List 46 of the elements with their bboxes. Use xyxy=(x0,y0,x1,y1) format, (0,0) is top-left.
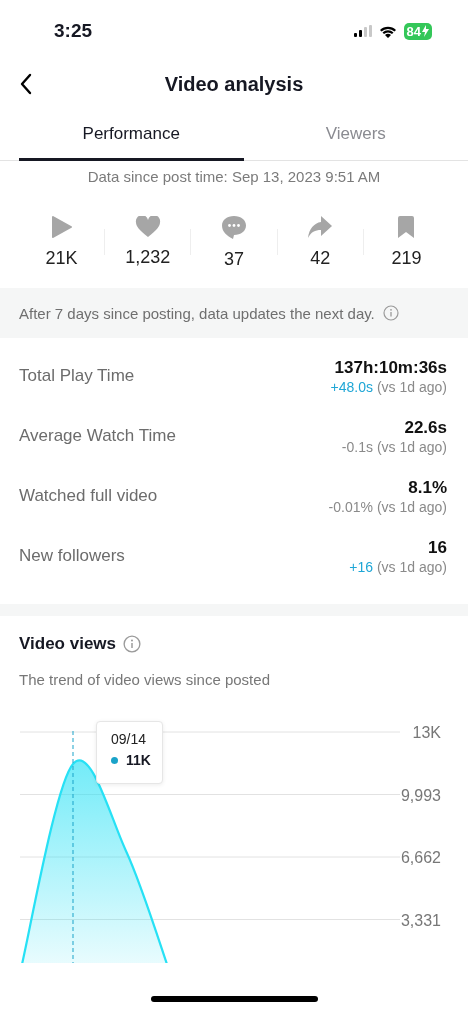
comparison-text: (vs 1d ago) xyxy=(376,438,447,455)
section-title: Video views xyxy=(19,634,116,654)
bookmark-icon xyxy=(396,215,417,239)
y-axis-label: 6,662 xyxy=(400,849,441,866)
metric-value: 137h:10m:36s xyxy=(334,357,447,378)
heart-icon xyxy=(134,216,161,238)
metric-label: Total Play Time xyxy=(19,366,135,386)
signal-icon xyxy=(353,25,372,37)
post-time-text: Data since post time: Sep 13, 2023 9:51 AM xyxy=(86,168,382,185)
tooltip-value: 11K xyxy=(126,752,151,768)
update-note: After 7 days since posting, data updates the next day. xyxy=(19,304,375,322)
section-subtitle: The trend of video views since posted xyxy=(18,671,271,688)
y-axis-label: 13K xyxy=(412,724,441,741)
wifi-icon xyxy=(378,24,397,38)
stat-count: 42 xyxy=(310,248,331,269)
stat-count: 37 xyxy=(224,248,244,270)
play-icon xyxy=(50,215,73,239)
comparison-text: (vs 1d ago) xyxy=(376,498,447,515)
metric-change: +16 xyxy=(349,558,373,575)
stat-count: 219 xyxy=(391,248,422,269)
metric-value: 16 xyxy=(428,537,447,558)
comment-icon xyxy=(221,214,247,240)
metric-label: Average Watch Time xyxy=(19,426,176,446)
metric-label: New followers xyxy=(19,546,125,566)
metric-change: +48.0s xyxy=(330,378,373,395)
metric-change: -0.1s xyxy=(341,438,373,455)
metric-value: 8.1% xyxy=(408,477,447,498)
info-icon[interactable] xyxy=(123,635,141,653)
stat-count: 1,232 xyxy=(125,247,171,268)
battery-level: 84 xyxy=(406,23,421,39)
share-arrow-icon xyxy=(307,215,334,239)
comparison-text: (vs 1d ago) xyxy=(376,558,447,575)
y-axis-label: 3,331 xyxy=(400,911,441,929)
status-time: 3:25 xyxy=(54,20,93,42)
back-icon[interactable] xyxy=(20,73,32,95)
metric-label: Watched full video xyxy=(19,486,158,506)
tooltip-date: 09/14 xyxy=(111,731,148,747)
metric-change: -0.01% xyxy=(328,498,373,515)
stat-count: 21K xyxy=(45,248,78,269)
series-dot xyxy=(111,756,118,764)
page-title: Video analysis xyxy=(164,72,304,96)
comparison-text: (vs 1d ago) xyxy=(376,378,447,395)
y-axis-label: 9,993 xyxy=(400,786,441,804)
info-icon[interactable] xyxy=(382,305,399,321)
metric-value: 22.6s xyxy=(404,417,447,438)
tab[interactable]: Performance xyxy=(19,110,244,161)
